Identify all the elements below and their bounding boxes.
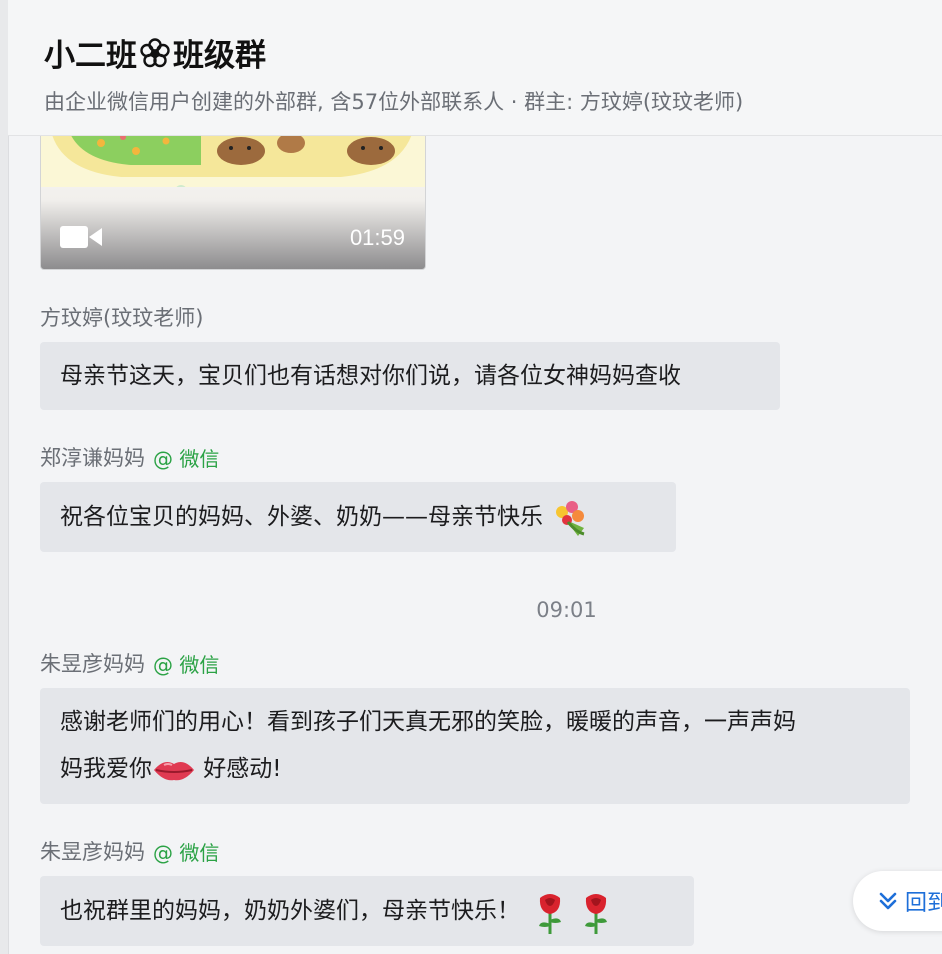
video-thumbnail-art bbox=[41, 136, 425, 187]
chat-header: 小二班 班级群 由企业微信用户创建的外部群, 含57位外部联系人 · 群主: 方… bbox=[8, 0, 942, 136]
message-text-line: 妈我爱你 好感动! bbox=[60, 746, 890, 793]
message-sender[interactable]: 朱昱彦妈妈 @ 微信 bbox=[40, 648, 219, 678]
message-list[interactable]: 01:59 方玟婷(玟玟老师) 母亲节这天，宝贝们也有话想对你们说，请各位女神妈… bbox=[8, 136, 942, 954]
sender-name: 方玟婷(玟玟老师) bbox=[40, 306, 204, 330]
wechat-source-tag: @ 微信 bbox=[153, 652, 220, 677]
flower-icon bbox=[140, 37, 170, 67]
back-to-bottom-label: 回到 bbox=[905, 891, 942, 916]
video-camera-icon bbox=[60, 226, 102, 248]
message-bubble[interactable]: 祝各位宝贝的妈妈、外婆、奶奶——母亲节快乐 bbox=[40, 482, 676, 552]
message-text: 母亲节这天，宝贝们也有话想对你们说，请各位女神妈妈查收 bbox=[60, 363, 681, 389]
message-text: 祝各位宝贝的妈妈、外婆、奶奶——母亲节快乐 bbox=[60, 504, 543, 530]
video-message[interactable]: 01:59 bbox=[40, 136, 426, 270]
wechat-source-tag: @ 微信 bbox=[153, 840, 220, 865]
rose-emoji bbox=[584, 893, 607, 934]
video-duration: 01:59 bbox=[349, 225, 405, 250]
timestamp: 09:01 bbox=[536, 598, 597, 622]
message-sender[interactable]: 方玟婷(玟玟老师) bbox=[40, 302, 203, 332]
sender-name: 郑淳谦妈妈 bbox=[40, 446, 145, 470]
message-bubble[interactable]: 感谢老师们的用心！看到孩子们天真无邪的笑脸，暖暖的声音，一声声妈 妈我爱你 好感… bbox=[40, 688, 910, 804]
group-title-part2: 班级群 bbox=[173, 38, 266, 74]
sender-name: 朱昱彦妈妈 bbox=[40, 840, 145, 864]
group-title[interactable]: 小二班 班级群 bbox=[44, 30, 266, 75]
message-sender[interactable]: 朱昱彦妈妈 @ 微信 bbox=[40, 836, 219, 866]
message-sender[interactable]: 郑淳谦妈妈 @ 微信 bbox=[40, 442, 219, 472]
chevron-double-down-icon bbox=[879, 892, 897, 910]
sender-name: 朱昱彦妈妈 bbox=[40, 652, 145, 676]
group-title-part1: 小二班 bbox=[44, 38, 137, 74]
message-text: 也祝群里的妈妈，奶奶外婆们，母亲节快乐！ bbox=[60, 898, 520, 924]
group-subtitle: 由企业微信用户创建的外部群, 含57位外部联系人 · 群主: 方玟婷(玟玟老师) bbox=[44, 90, 744, 114]
message-bubble[interactable]: 也祝群里的妈妈，奶奶外婆们，母亲节快乐！ bbox=[40, 876, 694, 946]
message-bubble[interactable]: 母亲节这天，宝贝们也有话想对你们说，请各位女神妈妈查收 bbox=[40, 342, 780, 410]
lips-emoji bbox=[154, 761, 194, 780]
wechat-source-tag: @ 微信 bbox=[153, 446, 220, 471]
back-to-bottom-button[interactable]: 回到 bbox=[853, 871, 942, 931]
bouquet-emoji bbox=[556, 500, 585, 536]
rose-emoji bbox=[539, 893, 562, 934]
message-text: 好感动! bbox=[196, 756, 282, 782]
message-text-line: 感谢老师们的用心！看到孩子们天真无邪的笑脸，暖暖的声音，一声声妈 bbox=[60, 709, 796, 735]
message-text: 妈我爱你 bbox=[60, 756, 152, 782]
